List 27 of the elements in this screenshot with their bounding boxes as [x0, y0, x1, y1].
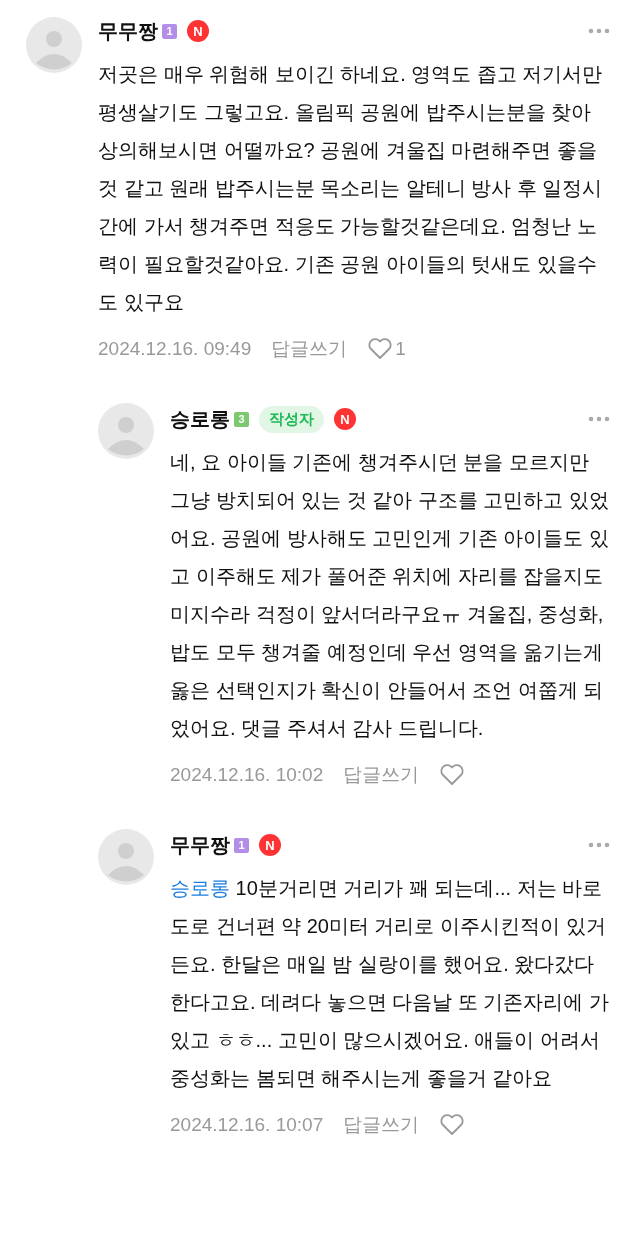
more-icon[interactable] [588, 28, 610, 34]
author-name[interactable]: 승로롱 [170, 405, 230, 433]
more-icon[interactable] [588, 842, 610, 848]
new-badge: N [334, 408, 356, 430]
reply-link[interactable]: 답글쓰기 [343, 762, 420, 788]
reply-link[interactable]: 답글쓰기 [271, 336, 348, 362]
comment-date: 2024.12.16. 10:02 [170, 764, 324, 786]
author-name[interactable]: 무무짱 [98, 17, 158, 45]
avatar [26, 17, 82, 73]
like-button[interactable] [439, 763, 466, 787]
comment-text: 승로롱 10분거리면 거리가 꽤 되는데... 저는 바로 도로 건너편 약 20미터 거리로 이주시킨적이 있거든요. 한달은 매일 밤 실랑이를 했어요. 왔다갔다 한다고요. 데려다 놓으면 다음날 또 기존자리에 가있고 ㅎㅎ... 고민이 많으시겠어요. 애들이 어려서 중성화는 봄되면 해주시는게 좋을거 같아요 [170, 876, 610, 1091]
new-badge: N [259, 834, 281, 856]
new-badge: N [187, 20, 209, 42]
avatar [98, 403, 154, 459]
level-badge: 1 [162, 23, 177, 39]
comment-text: 네, 요 아이들 기존에 챙겨주시던 분을 모르지만 그냥 방치되어 있는 것 같아 구조를 고민하고 있었어요. 공원에 방사해도 고민인게 기존 아이들도 있고 이주해도 제가 풀어준 위치에 자리를 잡을지도 미지수라 걱정이 앞서더라구요ㅠ 겨울집, 중성화, 밥도 모두 챙겨줄 예정인데 우선 영역을 옮기는게 옳은 선택인지가 확신이 안들어서 조언 여쭙게 되었어요. 댓글 주셔서 감사 드립니다. [170, 450, 610, 741]
avatar [98, 829, 154, 885]
reply-link[interactable]: 답글쓰기 [343, 1112, 420, 1138]
author-badge: 작성자 [259, 405, 324, 433]
comment-date: 2024.12.16. 10:07 [170, 1114, 324, 1136]
author-name[interactable]: 무무짱 [170, 831, 230, 859]
comment-text: 저곳은 매우 위험해 보이긴 하네요. 영역도 좁고 저기서만 평생살기도 그렇고요. 올림픽 공원에 밥주시는분을 찾아 상의해보시면 어떨까요? 공원에 겨울집 마련해주면 좋을것 같고 원래 밥주시는분 목소리는 알테니 방사 후 일정시간에 가서 챙겨주면 적응도 가능할것같은데요. 엄청난 노력이 필요할것같아요. 기존 공원 아이들의 텃새도 있을수도 있구요 [98, 62, 604, 315]
more-icon[interactable] [588, 416, 610, 422]
comment-date: 2024.12.16. 09:49 [98, 338, 252, 360]
level-badge: 1 [234, 837, 249, 853]
like-button[interactable] [439, 1113, 466, 1137]
level-badge: 3 [234, 411, 249, 427]
